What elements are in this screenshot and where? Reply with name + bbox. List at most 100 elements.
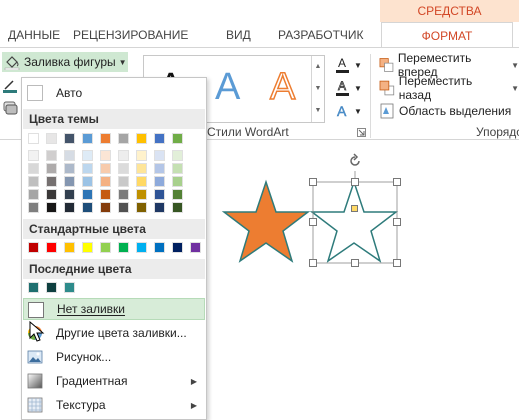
theme-color-swatch[interactable] bbox=[46, 163, 57, 174]
theme-color-swatch[interactable] bbox=[172, 133, 183, 144]
theme-color-swatch[interactable] bbox=[154, 189, 165, 200]
wordart-style-3[interactable]: A bbox=[269, 65, 296, 109]
shape-outline-icon[interactable] bbox=[2, 77, 18, 93]
theme-color-swatch[interactable] bbox=[136, 189, 147, 200]
menu-item-picture[interactable]: Рисунок... bbox=[23, 346, 205, 368]
wordart-style-2[interactable]: A bbox=[215, 66, 240, 109]
standard-color-swatch[interactable] bbox=[82, 242, 93, 253]
standard-color-swatch[interactable] bbox=[190, 242, 201, 253]
theme-color-swatch[interactable] bbox=[82, 133, 93, 144]
theme-color-swatch[interactable] bbox=[64, 150, 75, 161]
theme-color-swatch[interactable] bbox=[172, 176, 183, 187]
standard-color-swatch[interactable] bbox=[118, 242, 129, 253]
standard-color-swatch[interactable] bbox=[172, 242, 183, 253]
standard-color-swatch[interactable] bbox=[64, 242, 75, 253]
menu-item-no-fill[interactable]: Нет заливки bbox=[23, 298, 205, 320]
theme-color-swatch[interactable] bbox=[172, 202, 183, 213]
theme-color-swatch[interactable] bbox=[118, 133, 129, 144]
menu-item-gradient[interactable]: Градиентная ▶ bbox=[23, 370, 205, 392]
theme-color-swatch[interactable] bbox=[82, 189, 93, 200]
resize-handle-nw[interactable] bbox=[309, 178, 317, 186]
send-backward-button[interactable]: Переместить назад ▼ bbox=[379, 74, 519, 102]
text-effects-button[interactable]: A ▼ bbox=[335, 101, 363, 121]
scroll-down-icon[interactable]: ▼ bbox=[312, 78, 324, 100]
selection-pane-button[interactable]: Область выделения bbox=[379, 101, 511, 121]
resize-handle-sw[interactable] bbox=[309, 259, 317, 267]
theme-color-swatch[interactable] bbox=[136, 176, 147, 187]
recent-color-swatch[interactable] bbox=[28, 282, 39, 293]
tab-format[interactable]: ФОРМАТ bbox=[381, 22, 513, 48]
dialog-launcher-icon[interactable] bbox=[357, 128, 366, 137]
gallery-scroll[interactable]: ▲ ▼ ▼ bbox=[311, 56, 324, 122]
resize-handle-n[interactable] bbox=[351, 178, 359, 186]
theme-color-swatch[interactable] bbox=[46, 176, 57, 187]
theme-color-swatch[interactable] bbox=[172, 150, 183, 161]
menu-item-auto[interactable]: Авто bbox=[23, 82, 205, 104]
theme-color-swatch[interactable] bbox=[100, 189, 111, 200]
gallery-expand-icon[interactable]: ▼ bbox=[312, 100, 324, 122]
resize-handle-e[interactable] bbox=[393, 218, 401, 226]
theme-color-swatch[interactable] bbox=[46, 133, 57, 144]
theme-color-swatch[interactable] bbox=[28, 176, 39, 187]
theme-color-swatch[interactable] bbox=[64, 133, 75, 144]
theme-color-swatch[interactable] bbox=[154, 163, 165, 174]
theme-color-swatch[interactable] bbox=[46, 150, 57, 161]
theme-color-swatch[interactable] bbox=[136, 202, 147, 213]
theme-color-swatch[interactable] bbox=[100, 176, 111, 187]
menu-item-more-colors[interactable]: Другие цвета заливки... bbox=[23, 322, 205, 344]
adjust-handle[interactable] bbox=[351, 205, 358, 212]
theme-color-swatch[interactable] bbox=[28, 150, 39, 161]
standard-color-swatch[interactable] bbox=[154, 242, 165, 253]
theme-color-swatch[interactable] bbox=[64, 176, 75, 187]
bring-forward-button[interactable]: Переместить вперед ▼ bbox=[379, 51, 519, 79]
recent-color-swatch[interactable] bbox=[46, 282, 57, 293]
theme-color-swatch[interactable] bbox=[82, 163, 93, 174]
theme-color-swatch[interactable] bbox=[28, 189, 39, 200]
theme-color-swatch[interactable] bbox=[118, 150, 129, 161]
tab-view[interactable]: ВИД bbox=[226, 22, 251, 48]
theme-color-swatch[interactable] bbox=[82, 202, 93, 213]
theme-color-swatch[interactable] bbox=[46, 202, 57, 213]
theme-color-swatch[interactable] bbox=[154, 133, 165, 144]
theme-color-swatch[interactable] bbox=[28, 202, 39, 213]
theme-color-swatch[interactable] bbox=[118, 202, 129, 213]
theme-color-swatch[interactable] bbox=[64, 163, 75, 174]
theme-color-swatch[interactable] bbox=[28, 133, 39, 144]
theme-color-swatch[interactable] bbox=[136, 133, 147, 144]
text-fill-button[interactable]: A ▼ bbox=[335, 55, 363, 75]
resize-handle-se[interactable] bbox=[393, 259, 401, 267]
recent-color-swatch[interactable] bbox=[64, 282, 75, 293]
theme-color-swatch[interactable] bbox=[136, 163, 147, 174]
shape-effects-icon[interactable] bbox=[2, 99, 18, 115]
menu-item-texture[interactable]: Текстура ▶ bbox=[23, 394, 205, 416]
resize-handle-ne[interactable] bbox=[393, 178, 401, 186]
theme-color-swatch[interactable] bbox=[154, 150, 165, 161]
standard-color-swatch[interactable] bbox=[28, 242, 39, 253]
theme-color-swatch[interactable] bbox=[28, 163, 39, 174]
resize-handle-s[interactable] bbox=[351, 259, 359, 267]
shape-fill-button[interactable]: Заливка фигуры ▼ bbox=[2, 52, 128, 72]
theme-color-swatch[interactable] bbox=[136, 150, 147, 161]
scroll-up-icon[interactable]: ▲ bbox=[312, 56, 324, 78]
standard-color-swatch[interactable] bbox=[46, 242, 57, 253]
theme-color-swatch[interactable] bbox=[154, 202, 165, 213]
resize-handle-w[interactable] bbox=[309, 218, 317, 226]
standard-color-swatch[interactable] bbox=[136, 242, 147, 253]
theme-color-swatch[interactable] bbox=[172, 189, 183, 200]
theme-color-swatch[interactable] bbox=[82, 176, 93, 187]
theme-color-swatch[interactable] bbox=[64, 202, 75, 213]
theme-color-swatch[interactable] bbox=[82, 150, 93, 161]
tab-data[interactable]: ДАННЫЕ bbox=[8, 22, 60, 48]
text-outline-button[interactable]: A ▼ bbox=[335, 78, 363, 98]
theme-color-swatch[interactable] bbox=[100, 150, 111, 161]
theme-color-swatch[interactable] bbox=[154, 176, 165, 187]
theme-color-swatch[interactable] bbox=[100, 202, 111, 213]
theme-color-swatch[interactable] bbox=[172, 163, 183, 174]
theme-color-swatch[interactable] bbox=[46, 189, 57, 200]
theme-color-swatch[interactable] bbox=[100, 163, 111, 174]
standard-color-swatch[interactable] bbox=[100, 242, 111, 253]
tab-review[interactable]: РЕЦЕНЗИРОВАНИЕ bbox=[73, 22, 188, 48]
theme-color-swatch[interactable] bbox=[118, 176, 129, 187]
rotate-handle-icon[interactable] bbox=[347, 153, 363, 169]
tab-developer[interactable]: РАЗРАБОТЧИК bbox=[278, 22, 364, 48]
